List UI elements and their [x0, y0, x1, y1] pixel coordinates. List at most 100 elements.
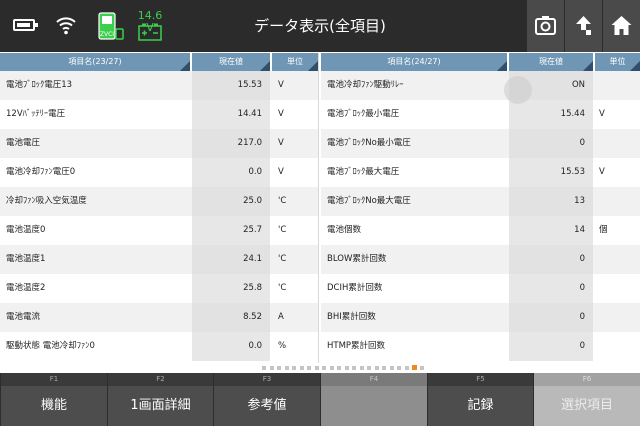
- cell-value: 24.1: [192, 245, 270, 274]
- column-header-unit[interactable]: 単位: [595, 53, 640, 71]
- table-row[interactable]: 冷却ﾌｧﾝ吸入空気温度 25.0 'C: [0, 187, 318, 216]
- cell-name: 電池電流: [6, 312, 41, 322]
- cell-name: 駆動状態 電池冷却ﾌｧﾝ0: [6, 341, 95, 351]
- cell-name: 電池ﾌﾞﾛｯｸNo最小電圧: [327, 138, 411, 148]
- function-key-label: [321, 386, 427, 426]
- function-key-number: F4: [321, 373, 427, 386]
- column-header-unit[interactable]: 単位: [272, 53, 318, 71]
- function-key-f1[interactable]: F1 機能: [0, 373, 107, 426]
- table-row[interactable]: BHI累計回数 0: [321, 303, 640, 332]
- back-button[interactable]: [565, 0, 602, 52]
- page-dot: [284, 366, 289, 370]
- wifi-icon: [54, 13, 78, 37]
- page-dot: [382, 366, 386, 370]
- cell-name: 電池温度0: [6, 225, 46, 235]
- car-battery-icon: [138, 23, 162, 41]
- cell-unit: [599, 187, 637, 216]
- cell-value: 14.41: [192, 100, 270, 129]
- table-row[interactable]: 電池電流 8.52 A: [0, 303, 318, 332]
- page-dot: [307, 366, 311, 370]
- column-header-name[interactable]: 項目名(23/27): [0, 53, 190, 71]
- cell-name: DCIH累計回数: [327, 283, 383, 293]
- top-bar: ZVCI 14.6 V データ表示(全項目): [0, 0, 640, 52]
- function-key-number: F6: [534, 373, 640, 386]
- table-row[interactable]: 電池温度0 25.7 'C: [0, 216, 318, 245]
- table-row[interactable]: 電池温度1 24.1 'C: [0, 245, 318, 274]
- table-row[interactable]: DCIH累計回数 0: [321, 274, 640, 303]
- page-dot: [292, 366, 296, 370]
- function-key-number: F1: [1, 373, 107, 386]
- left-data-table: 項目名(23/27) 現在値 単位 電池ﾌﾞﾛｯｸ電圧13 15.53 V 12Vﾊﾞ…: [0, 53, 318, 363]
- voltage-indicator: 14.6 V: [133, 10, 167, 42]
- cell-name: 電池ﾌﾞﾛｯｸ最大電圧: [327, 167, 400, 177]
- table-row[interactable]: 電池電圧 217.0 V: [0, 129, 318, 158]
- cell-value: 14: [509, 216, 593, 245]
- column-header-value[interactable]: 現在値: [192, 53, 270, 71]
- function-key-bar: F1 機能 F2 1画面詳細 F3 参考値 F4 F5 記録 F6 選択項目: [0, 373, 640, 426]
- cell-value: 0: [509, 274, 593, 303]
- function-key-f2[interactable]: F2 1画面詳細: [107, 373, 213, 426]
- cell-unit: 'C: [278, 254, 287, 264]
- table-row[interactable]: 電池ﾌﾞﾛｯｸ電圧13 15.53 V: [0, 71, 318, 100]
- cell-unit: [599, 303, 637, 332]
- cell-unit: V: [599, 109, 605, 119]
- table-header: 項目名(24/27) 現在値 単位: [321, 53, 640, 71]
- function-key-f5[interactable]: F5 記録: [427, 373, 533, 426]
- cell-value: 25.0: [192, 187, 270, 216]
- table-row[interactable]: 電池ﾌﾞﾛｯｸNo最大電圧 13: [321, 187, 640, 216]
- print-button[interactable]: [527, 0, 564, 52]
- table-row[interactable]: 電池冷却ﾌｧﾝ駆動ﾘﾚｰ ON: [321, 71, 640, 100]
- table-row[interactable]: 電池温度2 25.8 'C: [0, 274, 318, 303]
- page-dot: [352, 366, 356, 370]
- cell-value: 15.53: [192, 71, 270, 100]
- table-row[interactable]: 電池個数 14 個: [321, 216, 640, 245]
- function-key-f3[interactable]: F3 参考値: [213, 373, 320, 426]
- cell-unit: 'C: [278, 283, 287, 293]
- table-row[interactable]: 電池ﾌﾞﾛｯｸNo最小電圧 0: [321, 129, 640, 158]
- up-icon: [576, 16, 591, 35]
- cell-unit: [599, 71, 637, 100]
- table-row[interactable]: HTMP累計回数 0: [321, 332, 640, 361]
- page-dot: [314, 366, 319, 370]
- cell-value: 0.0: [192, 158, 270, 187]
- cell-name: HTMP累計回数: [327, 341, 386, 351]
- table-row[interactable]: BLOW累計回数 0: [321, 245, 640, 274]
- function-key-label: 機能: [40, 398, 67, 413]
- cell-value: 0: [509, 332, 593, 361]
- home-button[interactable]: [603, 0, 640, 52]
- page-dot: [397, 366, 401, 370]
- cell-value: 25.7: [192, 216, 270, 245]
- cell-value: 0: [509, 129, 593, 158]
- column-header-value[interactable]: 現在値: [509, 53, 593, 71]
- touch-indicator: [504, 76, 532, 104]
- cell-name: 電池ﾌﾞﾛｯｸ電圧13: [6, 80, 73, 90]
- zvci-icon: ZVCI: [97, 11, 125, 41]
- cell-value: 15.53: [509, 158, 593, 187]
- function-key-f4: F4: [320, 373, 427, 426]
- print-icon: [535, 16, 556, 35]
- cell-name: 電池個数: [327, 225, 362, 235]
- table-row[interactable]: 駆動状態 電池冷却ﾌｧﾝ0 0.0%: [0, 332, 318, 361]
- cell-unit: A: [278, 312, 284, 322]
- table-row[interactable]: 電池冷却ﾌｧﾝ電圧0 0.0 V: [0, 158, 318, 187]
- function-key-number: F2: [108, 373, 213, 386]
- page-dot: [367, 366, 371, 370]
- cell-unit: V: [278, 138, 284, 148]
- function-key-f6[interactable]: F6 選択項目: [533, 373, 640, 426]
- table-row[interactable]: 電池ﾌﾞﾛｯｸ最小電圧 15.44 V: [321, 100, 640, 129]
- cell-name: 電池冷却ﾌｧﾝ駆動ﾘﾚｰ: [327, 80, 404, 90]
- cell-unit: 'C: [278, 196, 287, 206]
- page-dot: [262, 366, 266, 370]
- table-row[interactable]: 電池ﾌﾞﾛｯｸ最大電圧 15.53 V: [321, 158, 640, 187]
- column-header-name[interactable]: 項目名(24/27): [321, 53, 507, 71]
- page-dot: [322, 366, 326, 370]
- function-key-label: 1画面詳細: [130, 398, 191, 413]
- page-dot: [337, 366, 341, 370]
- cell-value: 0: [509, 303, 593, 332]
- page-dot: [299, 366, 304, 370]
- cell-value: 217.0: [192, 129, 270, 158]
- cell-unit: 'C: [278, 225, 287, 235]
- table-row[interactable]: 12Vﾊﾞｯﾃﾘｰ電圧 14.41 V: [0, 100, 318, 129]
- page-indicator: [0, 363, 640, 373]
- cell-unit: %: [278, 341, 287, 351]
